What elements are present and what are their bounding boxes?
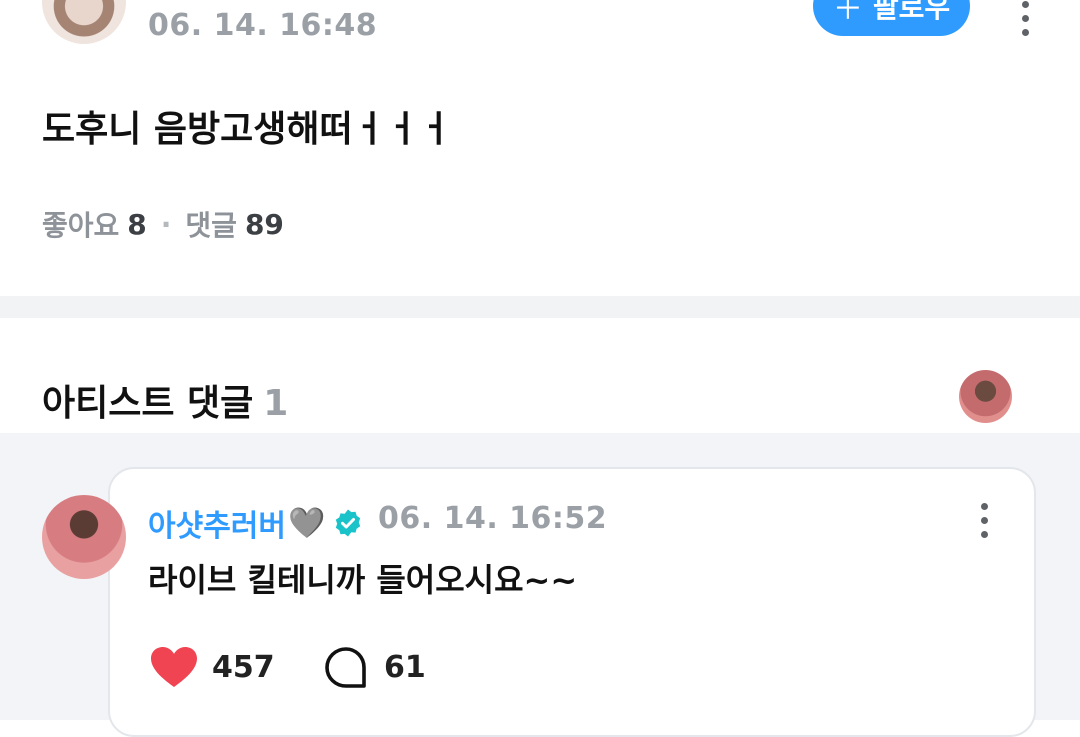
- comment-author[interactable]: 아샷추러버 🩶: [148, 501, 363, 545]
- artist-comments-title: 아티스트 댓글 1: [42, 374, 288, 426]
- artist-comments-count: 1: [263, 383, 289, 424]
- plus-icon: ＋: [832, 0, 863, 27]
- heart-icon[interactable]: [150, 646, 198, 688]
- post-author-avatar[interactable]: [42, 0, 126, 44]
- post-more-options-icon[interactable]: [1020, 1, 1030, 36]
- likes-label[interactable]: 좋아요: [42, 204, 119, 244]
- comment-author-avatar[interactable]: [42, 495, 126, 579]
- stats-separator: ·: [160, 207, 172, 241]
- artist-avatar-small[interactable]: [959, 370, 1012, 423]
- verified-badge-icon: [336, 509, 361, 537]
- comment-more-options-icon[interactable]: [979, 503, 989, 538]
- comment-reply-count[interactable]: 61: [384, 650, 426, 685]
- follow-button[interactable]: ＋ 팔로우: [813, 0, 970, 36]
- comment-like-count[interactable]: 457: [212, 650, 275, 685]
- comment-author-name[interactable]: 아샷추러버: [148, 501, 286, 545]
- artist-comments-title-text: 아티스트 댓글: [42, 383, 254, 424]
- likes-count[interactable]: 8: [127, 208, 146, 241]
- grey-heart-emoji: 🩶: [288, 505, 326, 541]
- comment-timestamp: 06. 14. 16:52: [378, 501, 608, 536]
- post-timestamp: 06. 14. 16:48: [148, 8, 378, 43]
- comments-count[interactable]: 89: [245, 208, 284, 241]
- speech-bubble-icon[interactable]: [324, 646, 368, 690]
- follow-button-label: 팔로우: [872, 0, 951, 24]
- post-body-text: 도후니 음방고생해떠ㅓㅓㅓ: [42, 109, 452, 150]
- comments-label[interactable]: 댓글: [185, 204, 237, 244]
- comment-text: 라이브 킬테니까 들어오시요~~: [148, 561, 578, 599]
- post-stats: 좋아요 8 · 댓글 89: [42, 204, 284, 244]
- section-divider: [0, 296, 1080, 318]
